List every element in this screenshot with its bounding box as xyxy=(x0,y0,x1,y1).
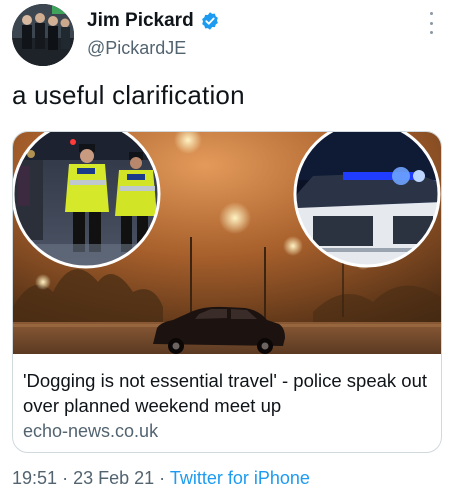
author-handle[interactable]: @PickardJE xyxy=(87,38,186,59)
meta-separator: · xyxy=(62,468,69,488)
author-name-row[interactable]: Jim Pickard xyxy=(87,10,220,32)
tweet-source-link[interactable]: Twitter for iPhone xyxy=(170,468,310,488)
foggy-car-park-photo xyxy=(13,132,441,354)
tweet-time[interactable]: 19:51 xyxy=(12,468,57,488)
link-card-title[interactable]: 'Dogging is not essential travel' - poli… xyxy=(23,368,433,418)
tweet-date[interactable]: 23 Feb 21 xyxy=(73,468,154,488)
tweet-text: a useful clarification xyxy=(12,80,245,110)
link-card-domain[interactable]: echo-news.co.uk xyxy=(23,421,158,442)
link-card[interactable]: 'Dogging is not essential travel' - poli… xyxy=(12,131,442,453)
profile-photo xyxy=(12,4,74,66)
meta-separator: · xyxy=(159,468,166,488)
tweet-meta: 19:51 · 23 Feb 21 · Twitter for iPhone xyxy=(12,468,310,489)
more-vertical-icon[interactable] xyxy=(423,12,439,34)
author-name[interactable]: Jim Pickard xyxy=(87,10,194,32)
avatar[interactable] xyxy=(12,4,74,66)
verified-badge-icon xyxy=(201,12,218,30)
